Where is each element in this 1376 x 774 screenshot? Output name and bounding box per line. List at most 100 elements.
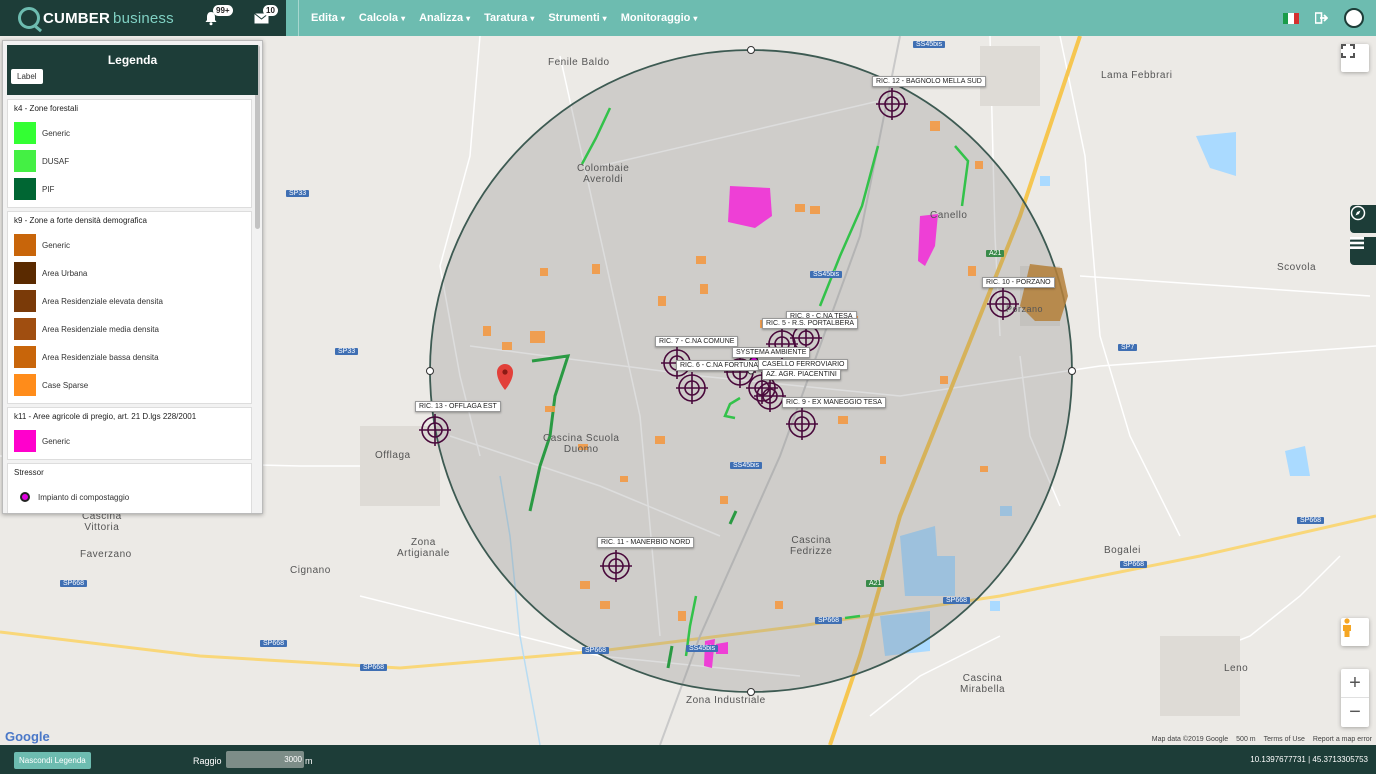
- road-shield: SP668: [815, 617, 843, 624]
- brand-logo[interactable]: CUMBER business: [0, 0, 186, 36]
- legend-item-label: Generic: [42, 436, 71, 446]
- legend-label-button[interactable]: Label: [11, 69, 43, 84]
- legend-item: Generic: [14, 231, 245, 259]
- fullscreen-button[interactable]: [1341, 44, 1369, 72]
- road-shield: SP668: [60, 580, 88, 587]
- place-label: Fenile Baldo: [548, 57, 610, 68]
- notifications-button[interactable]: 99+: [186, 0, 236, 36]
- top-right-controls: [1283, 0, 1364, 36]
- receptor-label[interactable]: RIC. 11 - MANERBIO NORD: [597, 537, 695, 548]
- chevron-down-icon: ▾: [401, 13, 406, 23]
- legend-item-label: Area Urbana: [42, 268, 88, 278]
- legend-group-k9: k9 - Zone a forte densità demografica Ge…: [7, 211, 252, 404]
- list-icon: [1350, 237, 1364, 249]
- pegman-icon: [1343, 618, 1351, 637]
- legend-group-title: k4 - Zone forestali: [14, 104, 79, 113]
- road-shield: SP33: [335, 348, 359, 355]
- place-label: Canello: [930, 210, 968, 221]
- receptor-label[interactable]: RIC. 13 - OFFLAGA EST: [415, 401, 501, 412]
- legend-swatch: [14, 178, 36, 200]
- messages-button[interactable]: 10: [236, 0, 286, 36]
- radius-input[interactable]: 3000: [226, 751, 304, 768]
- legend-item: Area Residenziale bassa densita: [14, 343, 245, 371]
- legend-swatch: [14, 122, 36, 144]
- notifications-badge: 99+: [213, 5, 233, 16]
- receptor-label[interactable]: RIC. 9 - EX MANEGGIO TESA: [782, 397, 886, 408]
- menu-calcola[interactable]: Calcola ▾: [359, 12, 405, 24]
- legend-item: PIF: [14, 175, 245, 203]
- road-shield: SP668: [260, 640, 288, 647]
- legend-swatch: [14, 234, 36, 256]
- receptor-label[interactable]: RIC. 7 - C.NA COMUNE: [655, 336, 739, 347]
- main-menu: Edita ▾ Calcola ▾ Analizza ▾ Taratura ▾ Stru…: [298, 0, 711, 36]
- legend-item-label: Generic: [42, 128, 71, 138]
- fullscreen-icon: [1341, 44, 1355, 58]
- receptor-label[interactable]: AZ. AGR. PIACENTINI: [762, 369, 841, 380]
- legend-group-k4: k4 - Zone forestali Generic DUSAF PIF: [7, 99, 252, 208]
- road-shield: SP668: [582, 647, 610, 654]
- menu-strumenti[interactable]: Strumenti ▾: [548, 12, 606, 24]
- italian-flag-icon[interactable]: [1283, 12, 1299, 24]
- legend-item-label: DUSAF: [42, 156, 70, 166]
- logout-icon[interactable]: [1315, 12, 1328, 24]
- zoom-in-button[interactable]: +: [1341, 669, 1369, 698]
- legend-group-title: k9 - Zone a forte densità demografica: [14, 216, 147, 225]
- receptor-label[interactable]: SYSTEMA AMBIENTE: [732, 347, 811, 358]
- bottom-toolbar: Nascondi Legenda Raggio 3000 m 10.139767…: [0, 745, 1376, 774]
- radius-unit: m: [305, 756, 313, 766]
- map-data-credit: Map data ©2019 Google: [1151, 736, 1229, 743]
- legend-swatch: [14, 262, 36, 284]
- street-view-pegman[interactable]: [1341, 618, 1369, 646]
- place-label: Cascina Mirabella: [960, 673, 1006, 695]
- menu-edita[interactable]: Edita ▾: [311, 12, 345, 24]
- road-shield: A21: [866, 580, 885, 587]
- road-shield: A21: [986, 250, 1005, 257]
- messages-badge: 10: [263, 5, 278, 16]
- compass-icon: [1350, 205, 1366, 221]
- chevron-down-icon: ▾: [466, 13, 471, 23]
- zoom-controls: + −: [1341, 669, 1369, 727]
- map-scale-bar[interactable]: 500 m: [1236, 736, 1255, 743]
- report-error-link[interactable]: Report a map error: [1313, 736, 1372, 743]
- legend-group-title: Stressor: [14, 468, 44, 477]
- menu-monitoraggio[interactable]: Monitoraggio ▾: [621, 12, 698, 24]
- legend-item: Impianto di compostaggio: [14, 483, 245, 511]
- place-label: Cascina Vittoria: [82, 511, 122, 533]
- place-label: Cignano: [290, 565, 331, 576]
- legend-item-label: PIF: [42, 184, 55, 194]
- chevron-down-icon: ▾: [340, 13, 345, 23]
- legend-group-k11: k11 - Aree agricole di pregio, art. 21 D…: [7, 407, 252, 460]
- map-attribution: Map data ©2019 Google 500 m Terms of Use…: [1152, 736, 1372, 743]
- brand-name: CUMBER business: [43, 9, 174, 27]
- road-shield: SP668: [360, 664, 388, 671]
- road-shield: SP668: [1297, 517, 1325, 524]
- receptor-label[interactable]: RIC. 6 - C.NA FORTUNATA: [676, 360, 770, 371]
- zoom-out-button[interactable]: −: [1341, 698, 1369, 727]
- place-label: Zona Artigianale: [397, 537, 450, 559]
- layers-panel-tab[interactable]: [1350, 237, 1376, 265]
- cumber-logo-icon: [18, 7, 40, 29]
- road-shield: SS45bis: [730, 462, 763, 469]
- place-label: Bogalei: [1104, 545, 1141, 556]
- legend-item: Area Residenziale media densita: [14, 315, 245, 343]
- radius-label: Raggio: [193, 756, 222, 766]
- receptor-label[interactable]: RIC. 12 - BAGNOLO MELLA SUD: [872, 76, 986, 87]
- user-avatar[interactable]: [1344, 8, 1364, 28]
- menu-analizza[interactable]: Analizza ▾: [419, 12, 470, 24]
- terms-link[interactable]: Terms of Use: [1264, 736, 1305, 743]
- menu-taratura[interactable]: Taratura ▾: [484, 12, 534, 24]
- road-shield: SS45bis: [810, 271, 843, 278]
- legend-swatch: [14, 150, 36, 172]
- place-label: Porzano: [1006, 304, 1044, 314]
- hide-legend-button[interactable]: Nascondi Legenda: [14, 752, 91, 769]
- compass-panel-tab[interactable]: [1350, 205, 1376, 233]
- legend-item: DUSAF: [14, 147, 245, 175]
- legend-item: Area Urbana: [14, 259, 245, 287]
- road-shield: SP668: [1120, 561, 1148, 568]
- place-label: Offlaga: [375, 450, 411, 461]
- legend-swatch: [14, 430, 36, 452]
- chevron-down-icon: ▾: [602, 13, 607, 23]
- receptor-label[interactable]: RIC. 10 - PORZANO: [982, 277, 1055, 288]
- receptor-label[interactable]: RIC. 5 - R.S. PORTALBERA: [762, 318, 859, 329]
- legend-item: Generic: [14, 119, 245, 147]
